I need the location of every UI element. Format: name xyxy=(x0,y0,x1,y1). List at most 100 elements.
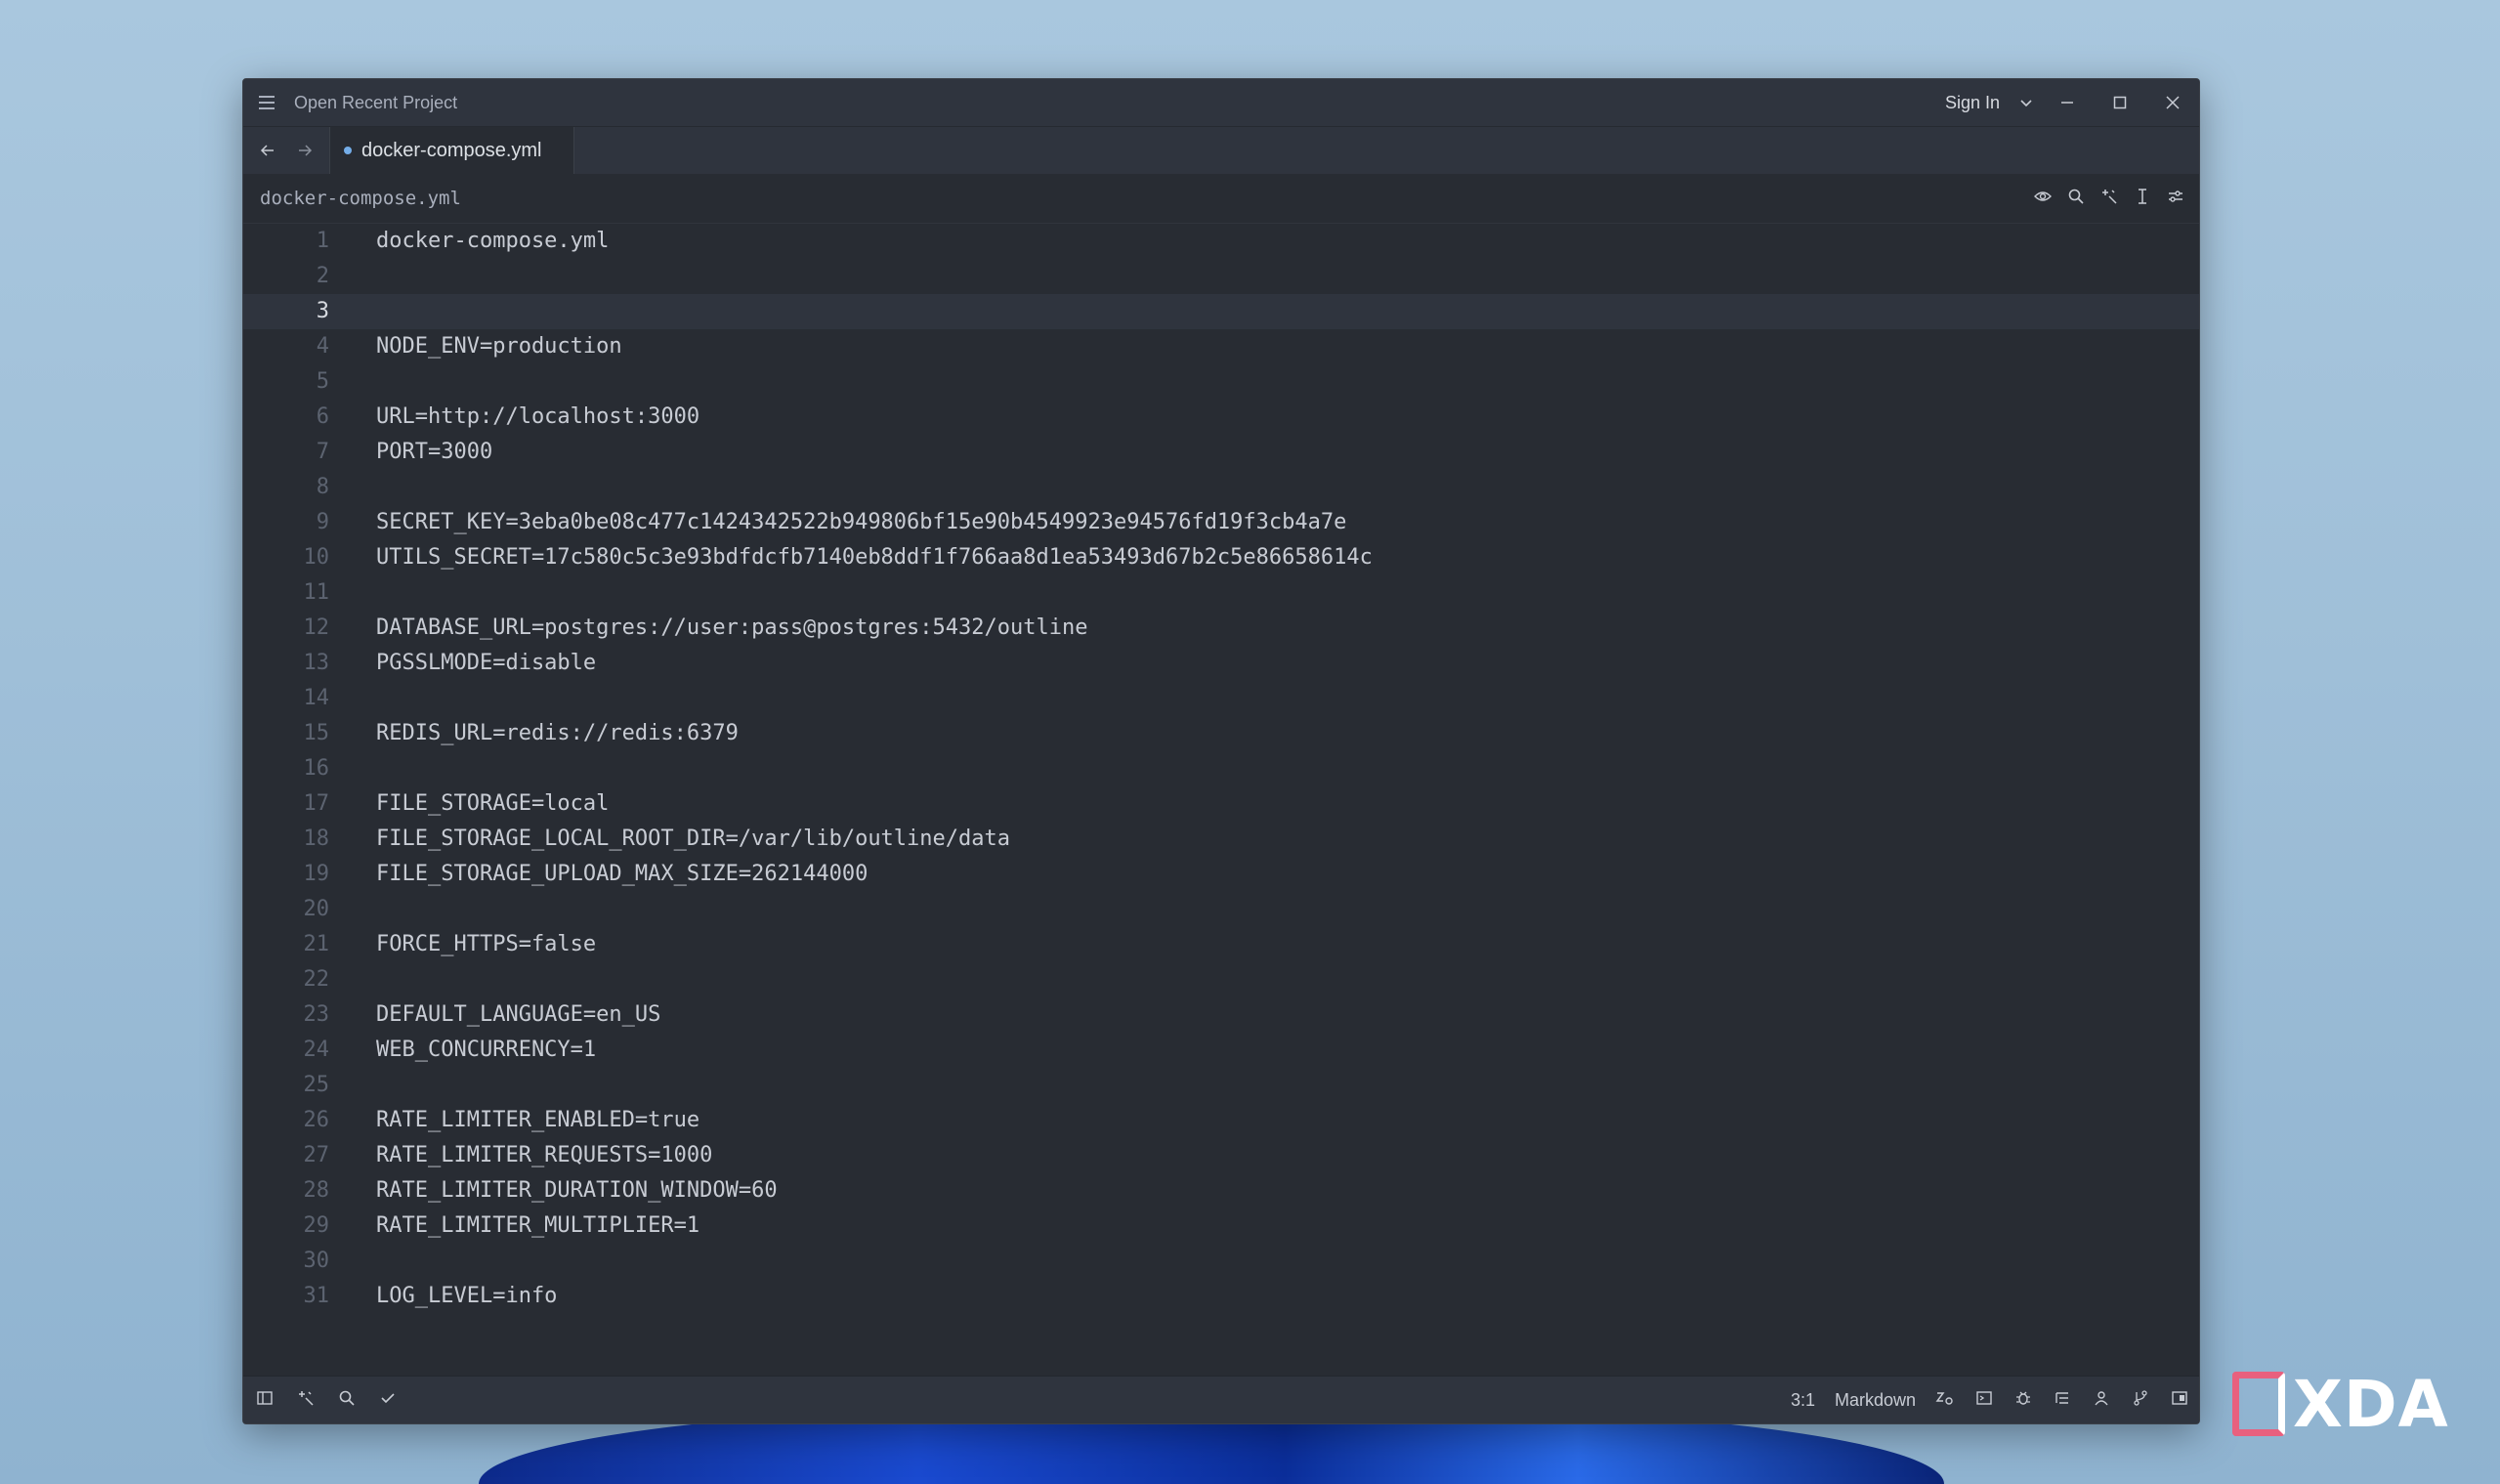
line-number[interactable]: 16 xyxy=(243,751,330,786)
line-number[interactable]: 22 xyxy=(243,962,330,997)
code-text[interactable]: FILE_STORAGE=local xyxy=(376,786,609,822)
code-line[interactable]: 27 RATE_LIMITER_REQUESTS=1000 xyxy=(243,1138,2199,1173)
line-number[interactable]: 3 xyxy=(243,294,329,329)
code-text[interactable]: FORCE_HTTPS=false xyxy=(376,927,596,962)
code-line[interactable]: 6 URL=http://localhost:3000 xyxy=(243,400,2199,435)
code-editor[interactable]: 1 docker-compose.yml 2 3 4 NODE_ENV=productio… xyxy=(243,224,2199,1423)
line-number[interactable]: 7 xyxy=(243,435,329,470)
forward-arrow-icon[interactable] xyxy=(286,127,323,174)
diagnostics-check-icon[interactable] xyxy=(378,1389,398,1412)
code-line[interactable]: 13 PGSSLMODE=disable xyxy=(243,646,2199,681)
panel-layout-icon[interactable] xyxy=(2170,1389,2189,1412)
code-line[interactable]: 20 xyxy=(243,892,2199,927)
line-number[interactable]: 19 xyxy=(243,857,330,892)
code-line[interactable]: 21 FORCE_HTTPS=false xyxy=(243,927,2199,962)
code-line[interactable]: 1 docker-compose.yml xyxy=(243,224,2199,259)
line-number[interactable]: 5 xyxy=(243,364,329,400)
line-number[interactable]: 26 xyxy=(243,1103,330,1138)
code-text[interactable]: URL=http://localhost:3000 xyxy=(376,400,699,435)
code-line[interactable]: 12 DATABASE_URL=postgres://user:pass@post… xyxy=(243,611,2199,646)
line-number[interactable]: 29 xyxy=(243,1208,330,1244)
sidebar-toggle-icon[interactable] xyxy=(255,1389,275,1412)
code-line[interactable]: 8 xyxy=(243,470,2199,505)
code-line[interactable]: 10 UTILS_SECRET=17c580c5c3e93bdfdcfb7140e… xyxy=(243,540,2199,575)
code-line[interactable]: 7 PORT=3000 xyxy=(243,435,2199,470)
line-number[interactable]: 24 xyxy=(243,1033,330,1068)
sparkle-icon[interactable] xyxy=(2099,188,2119,210)
code-text[interactable]: FILE_STORAGE_LOCAL_ROOT_DIR=/var/lib/out… xyxy=(376,822,1010,857)
code-line[interactable]: 24 WEB_CONCURRENCY=1 xyxy=(243,1033,2199,1068)
close-icon[interactable] xyxy=(2146,79,2199,126)
code-line[interactable]: 17 FILE_STORAGE=local xyxy=(243,786,2199,822)
project-search-icon[interactable] xyxy=(337,1389,357,1412)
search-icon[interactable] xyxy=(2066,188,2086,210)
eye-icon[interactable] xyxy=(2033,188,2053,210)
code-text[interactable]: RATE_LIMITER_MULTIPLIER=1 xyxy=(376,1208,699,1244)
line-number[interactable]: 17 xyxy=(243,786,330,822)
code-text[interactable]: RATE_LIMITER_ENABLED=true xyxy=(376,1103,699,1138)
code-text[interactable]: RATE_LIMITER_DURATION_WINDOW=60 xyxy=(376,1173,778,1208)
code-text[interactable]: FILE_STORAGE_UPLOAD_MAX_SIZE=262144000 xyxy=(376,857,868,892)
line-number[interactable]: 27 xyxy=(243,1138,330,1173)
outline-icon[interactable] xyxy=(2053,1389,2072,1412)
back-arrow-icon[interactable] xyxy=(249,127,286,174)
code-line[interactable]: 15 REDIS_URL=redis://redis:6379 xyxy=(243,716,2199,751)
code-text[interactable]: DEFAULT_LANGUAGE=en_US xyxy=(376,997,660,1033)
code-line[interactable]: 22 xyxy=(243,962,2199,997)
tab-docker-compose[interactable]: docker-compose.yml xyxy=(329,127,574,174)
line-number[interactable]: 21 xyxy=(243,927,330,962)
line-number[interactable]: 10 xyxy=(243,540,330,575)
code-line[interactable]: 2 xyxy=(243,259,2199,294)
line-number[interactable]: 13 xyxy=(243,646,330,681)
line-number[interactable]: 4 xyxy=(243,329,329,364)
code-text[interactable]: UTILS_SECRET=17c580c5c3e93bdfdcfb7140eb8… xyxy=(376,540,1373,575)
line-number[interactable]: 2 xyxy=(243,259,329,294)
code-line[interactable]: 26 RATE_LIMITER_ENABLED=true xyxy=(243,1103,2199,1138)
line-number[interactable]: 8 xyxy=(243,470,329,505)
code-line[interactable]: 9 SECRET_KEY=3eba0be08c477c1424342522b949… xyxy=(243,505,2199,540)
chevron-down-icon[interactable] xyxy=(2012,79,2041,126)
code-line[interactable]: 11 xyxy=(243,575,2199,611)
line-number[interactable]: 25 xyxy=(243,1068,330,1103)
line-number[interactable]: 1 xyxy=(243,224,329,259)
code-text[interactable]: docker-compose.yml xyxy=(376,224,609,259)
git-branch-icon[interactable] xyxy=(2131,1389,2150,1412)
code-text[interactable]: REDIS_URL=redis://redis:6379 xyxy=(376,716,739,751)
text-cursor-icon[interactable] xyxy=(2133,188,2152,210)
code-text[interactable]: WEB_CONCURRENCY=1 xyxy=(376,1033,596,1068)
line-number[interactable]: 31 xyxy=(243,1279,330,1314)
code-text[interactable]: RATE_LIMITER_REQUESTS=1000 xyxy=(376,1138,712,1173)
code-text[interactable]: PORT=3000 xyxy=(376,435,492,470)
collaborators-icon[interactable] xyxy=(2092,1389,2111,1412)
sign-in-button[interactable]: Sign In xyxy=(1945,93,2000,113)
code-line[interactable]: 3 xyxy=(243,294,2199,329)
line-number[interactable]: 6 xyxy=(243,400,329,435)
line-number[interactable]: 14 xyxy=(243,681,330,716)
line-number[interactable]: 23 xyxy=(243,997,330,1033)
language-selector[interactable]: Markdown xyxy=(1835,1390,1916,1411)
code-text[interactable]: LOG_LEVEL=info xyxy=(376,1279,557,1314)
code-line[interactable]: 16 xyxy=(243,751,2199,786)
code-line[interactable]: 14 xyxy=(243,681,2199,716)
assistant-sparkle-icon[interactable] xyxy=(296,1389,316,1412)
cursor-position[interactable]: 3:1 xyxy=(1791,1390,1815,1411)
inline-completion-icon[interactable] xyxy=(1935,1389,1955,1412)
line-number[interactable]: 11 xyxy=(243,575,330,611)
code-text[interactable]: SECRET_KEY=3eba0be08c477c1424342522b9498… xyxy=(376,505,1346,540)
code-line[interactable]: 25 xyxy=(243,1068,2199,1103)
terminal-icon[interactable] xyxy=(1974,1389,1994,1412)
line-number[interactable]: 12 xyxy=(243,611,330,646)
debug-bug-icon[interactable] xyxy=(2013,1389,2033,1412)
sliders-icon[interactable] xyxy=(2166,188,2185,210)
code-text[interactable]: PGSSLMODE=disable xyxy=(376,646,596,681)
code-line[interactable]: 29 RATE_LIMITER_MULTIPLIER=1 xyxy=(243,1208,2199,1244)
code-line[interactable]: 4 NODE_ENV=production xyxy=(243,329,2199,364)
hamburger-menu-icon[interactable] xyxy=(259,92,280,113)
window-title[interactable]: Open Recent Project xyxy=(294,93,457,113)
line-number[interactable]: 18 xyxy=(243,822,330,857)
line-number[interactable]: 20 xyxy=(243,892,330,927)
code-text[interactable]: DATABASE_URL=postgres://user:pass@postgr… xyxy=(376,611,1087,646)
code-line[interactable]: 28 RATE_LIMITER_DURATION_WINDOW=60 xyxy=(243,1173,2199,1208)
code-line[interactable]: 5 xyxy=(243,364,2199,400)
code-line[interactable]: 30 xyxy=(243,1244,2199,1279)
